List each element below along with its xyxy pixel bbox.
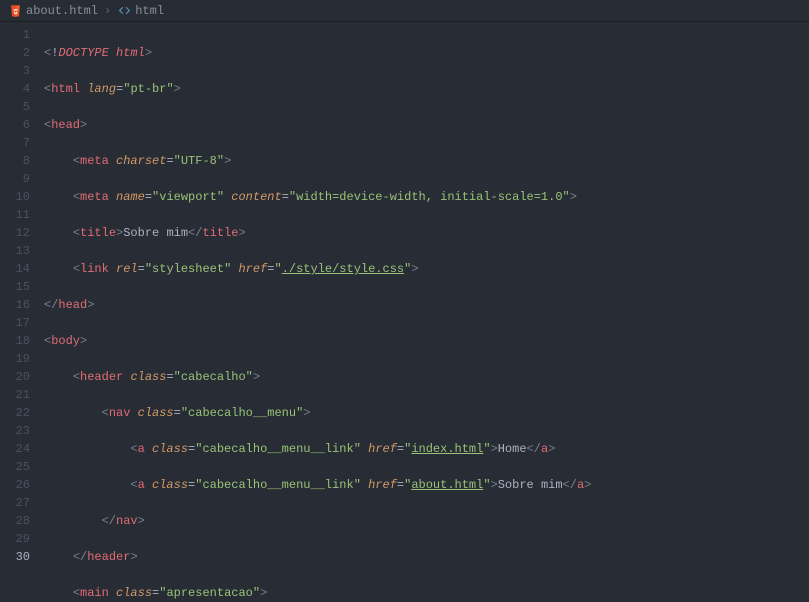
chevron-right-icon: › — [104, 4, 111, 18]
html5-icon — [8, 4, 22, 18]
line-number: 4 — [0, 80, 30, 98]
line-number: 23 — [0, 422, 30, 440]
line-number: 18 — [0, 332, 30, 350]
code-line: <body> — [44, 332, 809, 350]
code-line: <title>Sobre mim</title> — [44, 224, 809, 242]
line-number: 11 — [0, 206, 30, 224]
code-line: <main class="apresentacao"> — [44, 584, 809, 602]
code-icon — [117, 4, 131, 18]
code-line: <link rel="stylesheet" href="./style/sty… — [44, 260, 809, 278]
line-number: 21 — [0, 386, 30, 404]
code-line: <meta name="viewport" content="width=dev… — [44, 188, 809, 206]
line-number: 25 — [0, 458, 30, 476]
line-number: 20 — [0, 368, 30, 386]
code-line: </nav> — [44, 512, 809, 530]
line-number: 17 — [0, 314, 30, 332]
line-number: 24 — [0, 440, 30, 458]
line-number: 30 — [0, 548, 30, 566]
line-number: 7 — [0, 134, 30, 152]
code-line: <a class="cabecalho__menu__link" href="i… — [44, 440, 809, 458]
line-number: 29 — [0, 530, 30, 548]
breadcrumb: about.html › html — [0, 0, 809, 22]
line-number: 3 — [0, 62, 30, 80]
line-number-gutter: 1 2 3 4 5 6 7 8 9 10 11 12 13 14 15 16 1… — [0, 22, 44, 602]
code-area[interactable]: <!DOCTYPE html> <html lang="pt-br"> <hea… — [44, 22, 809, 602]
line-number: 27 — [0, 494, 30, 512]
line-number: 2 — [0, 44, 30, 62]
code-line: <a class="cabecalho__menu__link" href="a… — [44, 476, 809, 494]
line-number: 14 — [0, 260, 30, 278]
line-number: 8 — [0, 152, 30, 170]
breadcrumb-file[interactable]: about.html — [8, 4, 98, 18]
line-number: 1 — [0, 26, 30, 44]
breadcrumb-symbol-label: html — [135, 4, 164, 18]
code-line: <html lang="pt-br"> — [44, 80, 809, 98]
line-number: 28 — [0, 512, 30, 530]
line-number: 16 — [0, 296, 30, 314]
line-number: 15 — [0, 278, 30, 296]
line-number: 26 — [0, 476, 30, 494]
code-line: </head> — [44, 296, 809, 314]
line-number: 12 — [0, 224, 30, 242]
line-number: 9 — [0, 170, 30, 188]
code-line: <nav class="cabecalho__menu"> — [44, 404, 809, 422]
code-line: <!DOCTYPE html> — [44, 44, 809, 62]
line-number: 5 — [0, 98, 30, 116]
line-number: 6 — [0, 116, 30, 134]
line-number: 10 — [0, 188, 30, 206]
breadcrumb-symbol[interactable]: html — [117, 4, 164, 18]
code-line: <meta charset="UTF-8"> — [44, 152, 809, 170]
code-line: </header> — [44, 548, 809, 566]
code-line: <header class="cabecalho"> — [44, 368, 809, 386]
line-number: 22 — [0, 404, 30, 422]
code-line: <head> — [44, 116, 809, 134]
code-editor[interactable]: 1 2 3 4 5 6 7 8 9 10 11 12 13 14 15 16 1… — [0, 22, 809, 602]
line-number: 13 — [0, 242, 30, 260]
breadcrumb-file-label: about.html — [26, 4, 98, 18]
line-number: 19 — [0, 350, 30, 368]
